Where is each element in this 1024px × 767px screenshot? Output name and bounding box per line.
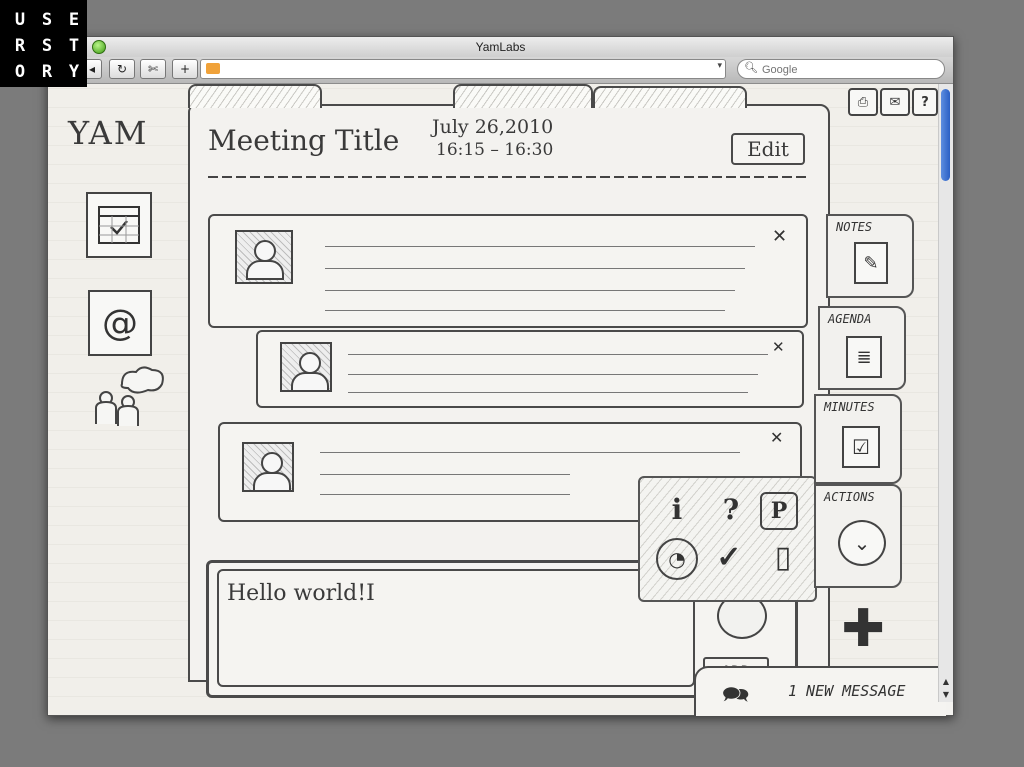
sidebar-item-notes[interactable]: NOTES ✎ xyxy=(826,214,914,298)
message-text-line xyxy=(348,392,748,393)
parking-icon[interactable]: P xyxy=(760,492,798,530)
header-divider xyxy=(208,176,808,178)
avatar xyxy=(280,342,332,392)
mail-icon[interactable]: ✉ xyxy=(880,88,910,116)
window-title: YamLabs xyxy=(475,40,526,54)
new-tab-icon: + xyxy=(179,62,191,76)
meeting-title: Meeting Title xyxy=(208,124,400,157)
scrollbar-thumb[interactable] xyxy=(941,89,950,181)
chat-bubbles-icon: 🗪︎ xyxy=(722,683,750,708)
reload-icon: ↻ xyxy=(116,62,128,76)
logo-row-1: USE xyxy=(14,10,80,30)
message-text-line xyxy=(325,268,745,269)
contacts-email-icon[interactable]: @ xyxy=(88,290,152,356)
agenda-icon: ≣ xyxy=(846,336,882,378)
minutes-icon: ☑ xyxy=(842,426,880,468)
window-titlebar: YamLabs xyxy=(48,37,953,57)
avatar xyxy=(235,230,293,284)
sidebar-item-minutes[interactable]: MINUTES ☑ xyxy=(814,394,902,484)
message-text-line xyxy=(320,494,570,495)
screenshot-button[interactable]: ✄ xyxy=(140,59,166,79)
sidebar-item-label: NOTES xyxy=(836,220,873,234)
document-icon[interactable]: ▯ xyxy=(764,538,802,576)
avatar-head xyxy=(261,452,283,474)
meeting-time: 16:15 – 16:30 xyxy=(436,140,554,160)
message-text-line xyxy=(348,374,758,375)
composer-text: Hello world!I xyxy=(227,581,375,606)
sidebar-item-label: MINUTES xyxy=(824,400,875,414)
new-message-text: 1 NEW MESSAGE xyxy=(788,682,906,700)
avatar xyxy=(242,442,294,492)
clock-icon[interactable]: ◔ xyxy=(656,538,698,580)
address-dropdown-icon[interactable]: ▾ xyxy=(717,61,722,71)
address-bar[interactable]: ▾ xyxy=(200,59,726,79)
scroll-up-arrow[interactable]: ▲ xyxy=(939,677,953,689)
close-icon[interactable]: ✕ xyxy=(772,338,785,356)
close-icon[interactable]: ✕ xyxy=(772,226,787,247)
message-text-line xyxy=(325,310,725,311)
sidebar-item-actions[interactable]: ACTIONS ⌄ xyxy=(814,484,902,588)
browser-toolbar: ◂ ↻ ✄ + ▾ 🔍︎ xyxy=(48,57,953,84)
logo-row-3: ORY xyxy=(14,62,80,82)
sidebar-item-label: ACTIONS xyxy=(824,490,875,504)
search-field[interactable]: 🔍︎ xyxy=(737,59,945,79)
folder-icon xyxy=(206,63,220,74)
sidebar-item-label: AGENDA xyxy=(828,312,872,326)
notes-icon: ✎ xyxy=(854,242,888,284)
info-icon[interactable]: i xyxy=(658,490,696,528)
avatar-body xyxy=(246,260,284,280)
question-icon[interactable]: ? xyxy=(712,490,750,528)
close-icon[interactable]: ✕ xyxy=(770,428,783,447)
message-text-line xyxy=(320,452,740,453)
wireframe-sketch: ⎙ ✉ ? YAM @ Meeting Title July 26,2010 1… xyxy=(48,84,946,716)
message-text-line xyxy=(325,290,735,291)
message-textarea[interactable]: Hello world!I xyxy=(217,569,695,687)
search-input[interactable] xyxy=(760,61,934,78)
sidebar-item-agenda[interactable]: AGENDA ≣ xyxy=(818,306,906,390)
browser-window: YamLabs ◂ ↻ ✄ + ▾ 🔍︎ ⎙ ✉ ? YAM @ xyxy=(47,36,954,716)
meeting-date: July 26,2010 xyxy=(432,116,554,138)
help-icon[interactable]: ? xyxy=(912,88,938,116)
yam-logo: YAM xyxy=(68,114,149,152)
print-icon[interactable]: ⎙ xyxy=(848,88,878,116)
window-zoom-button[interactable] xyxy=(92,40,106,54)
back-icon: ◂ xyxy=(88,62,96,76)
message-reply-card[interactable]: ✕ xyxy=(256,330,804,408)
scroll-down-arrow[interactable]: ▼ xyxy=(939,690,953,702)
calendar-icon[interactable] xyxy=(86,192,152,258)
tab-1[interactable] xyxy=(188,84,322,108)
new-message-notification[interactable]: 🗪︎ 1 NEW MESSAGE xyxy=(694,666,946,716)
reload-button[interactable]: ↻ xyxy=(109,59,135,79)
edit-button[interactable]: Edit xyxy=(731,133,805,165)
logo-row-2: RST xyxy=(14,36,80,56)
new-tab-button[interactable]: + xyxy=(172,59,198,79)
screenshot-icon: ✄ xyxy=(147,62,159,76)
people-chat-icon[interactable] xyxy=(90,364,170,439)
userstory-logo: USE RST ORY xyxy=(0,0,87,87)
add-tab-icon[interactable]: ✚ xyxy=(833,599,893,659)
message-text-line xyxy=(320,474,570,475)
message-text-line xyxy=(348,354,768,355)
actions-icon: ⌄ xyxy=(838,520,886,566)
avatar-head xyxy=(299,352,321,374)
avatar-body xyxy=(253,472,291,492)
checkmark-icon[interactable]: ✓ xyxy=(710,538,748,576)
action-popup-menu: i ? P ◔ ✓ ▯ xyxy=(638,476,817,602)
tab-2[interactable] xyxy=(453,84,593,108)
message-text-line xyxy=(325,246,755,247)
search-icon: 🔍︎ xyxy=(744,61,758,74)
vertical-scrollbar[interactable]: ▲ ▼ xyxy=(938,84,953,702)
tab-3[interactable] xyxy=(593,86,747,108)
edit-button-label: Edit xyxy=(747,137,789,161)
avatar-body xyxy=(291,372,329,392)
message-card[interactable]: ✕ xyxy=(208,214,808,328)
avatar-head xyxy=(254,240,276,262)
